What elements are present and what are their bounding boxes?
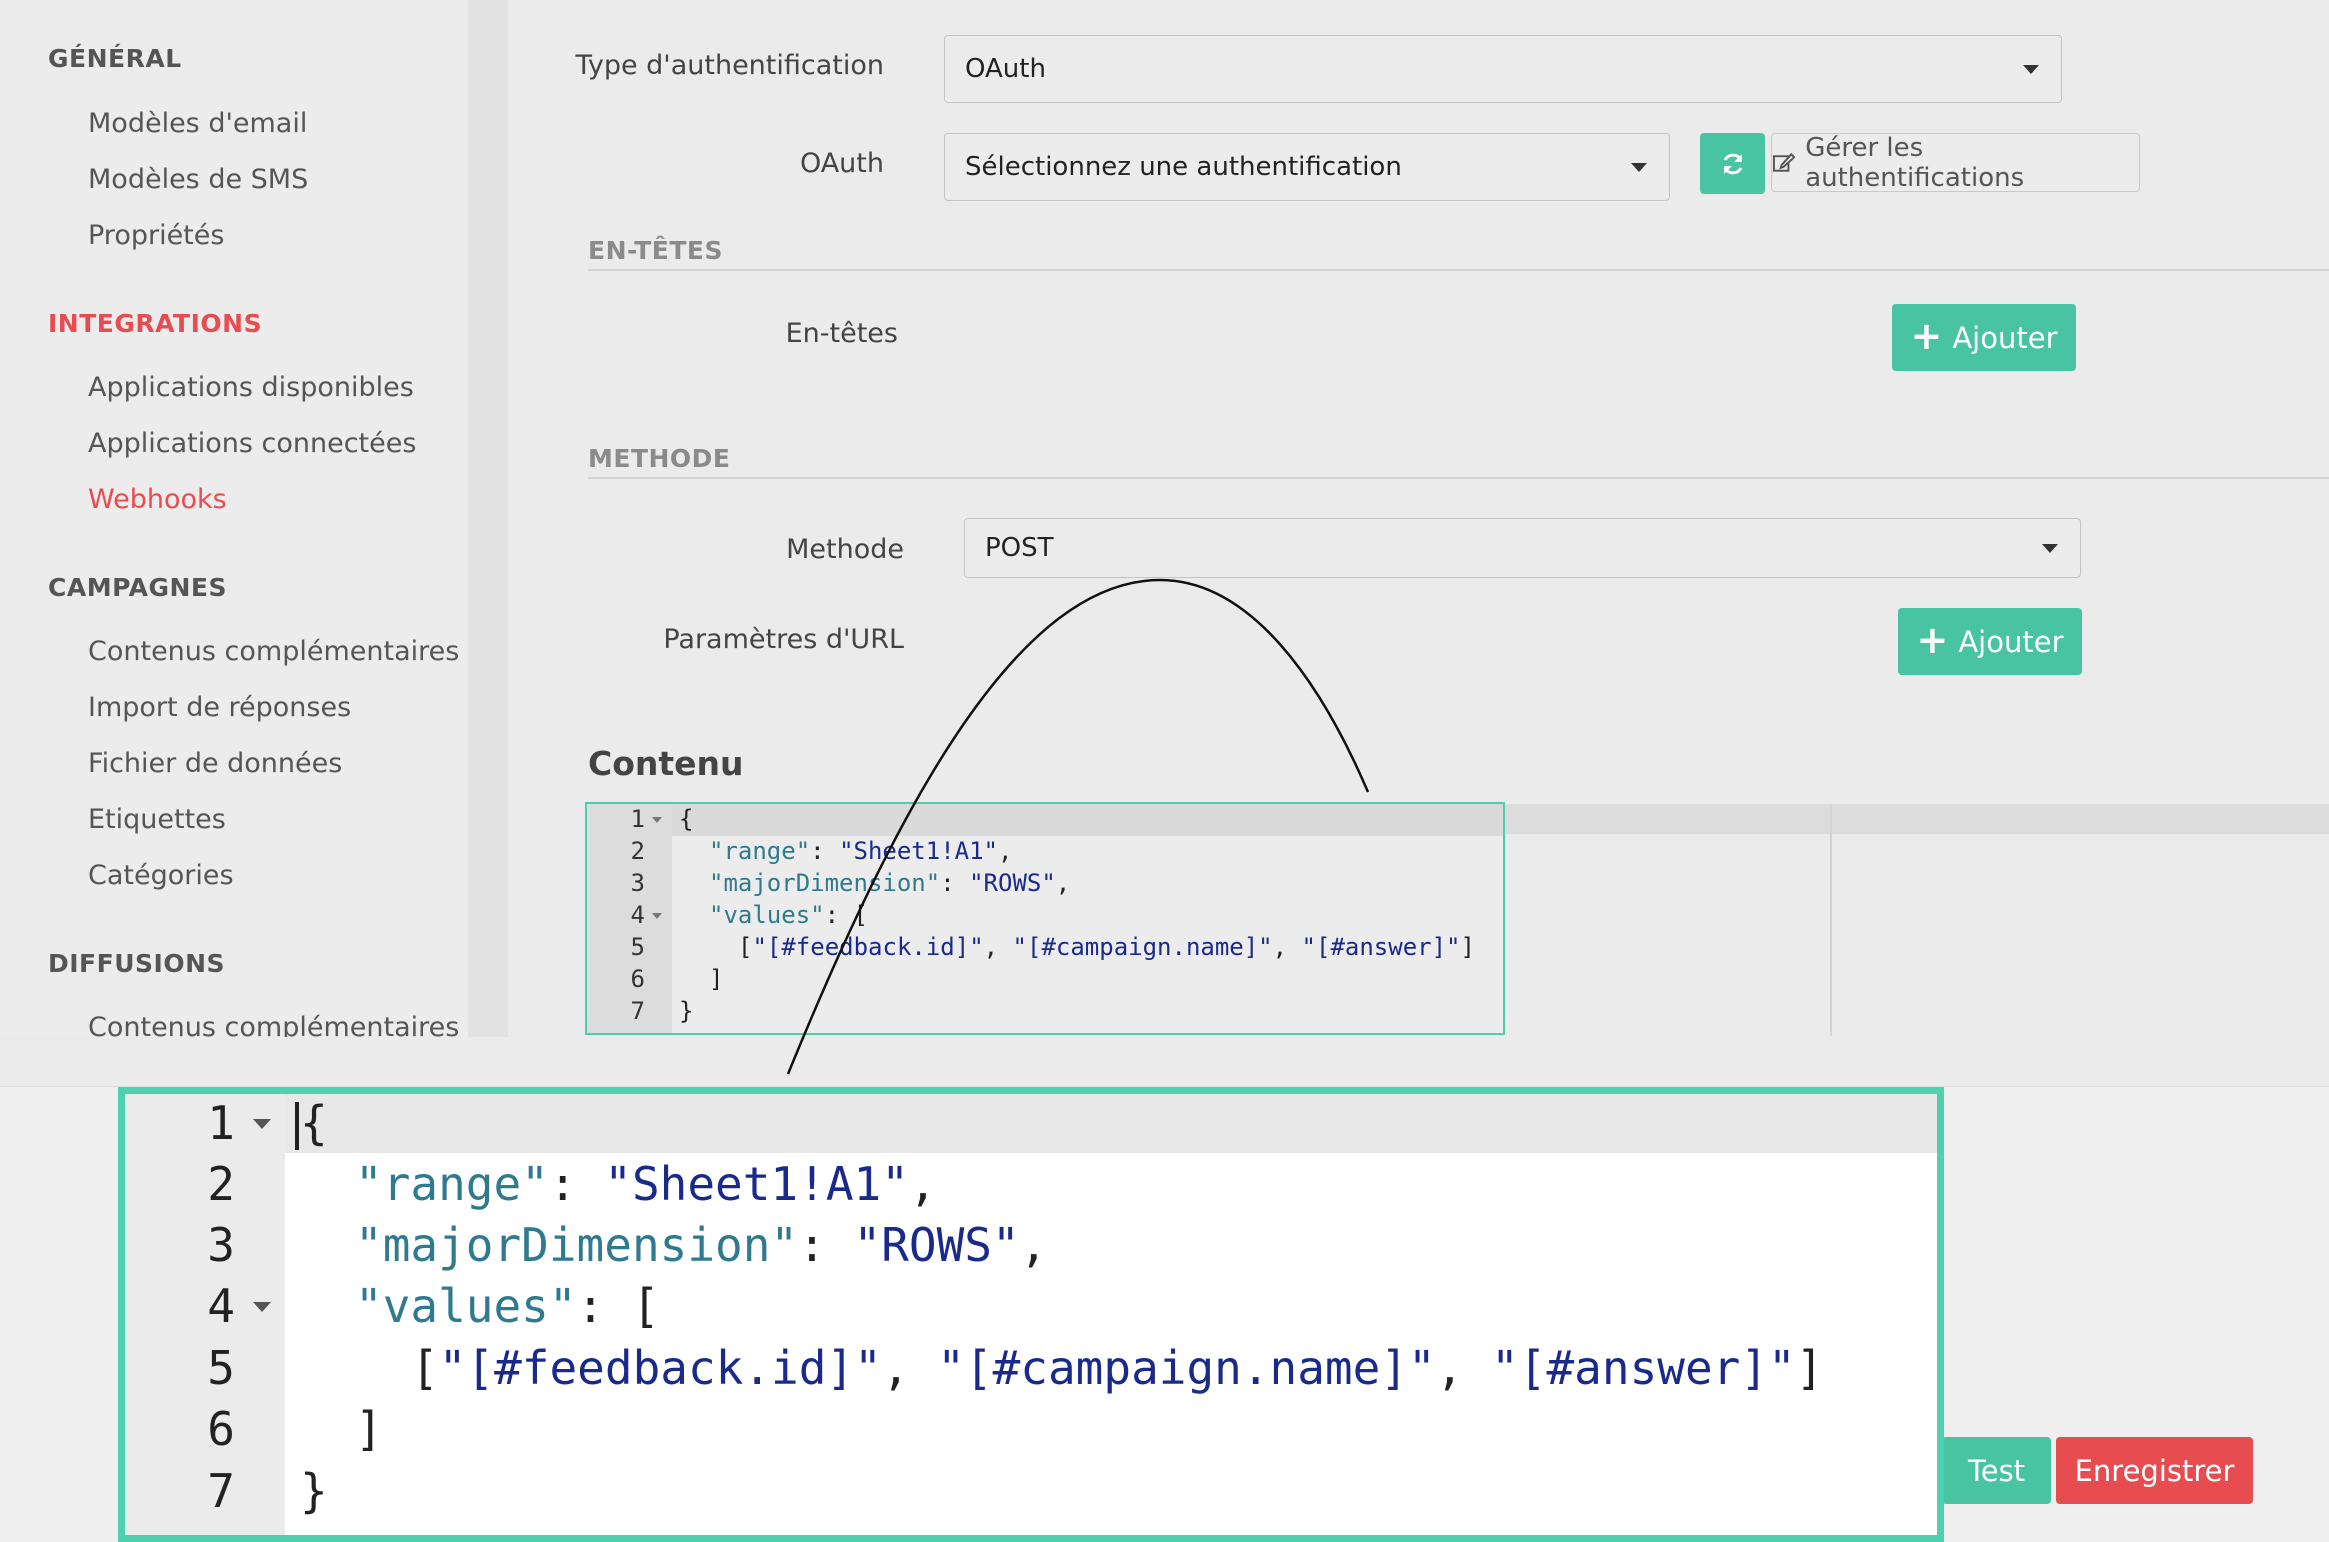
editor-gutter: 1 2 3 4 5 6 7	[125, 1094, 285, 1535]
line-number: 2	[630, 837, 645, 865]
zoom-code-line-1: {	[300, 1096, 328, 1150]
plus-icon: +	[1916, 617, 1949, 662]
oauth-value: Sélectionnez une authentification	[965, 152, 1402, 182]
editor-active-line-extension	[1505, 804, 2329, 834]
zoom-code-line-5: ["[#feedback.id]", "[#campaign.name]", "…	[411, 1341, 1824, 1395]
sidebar-item-broadcast-complementary-content[interactable]: Contenus complémentaires	[88, 1012, 459, 1037]
active-line-highlight	[125, 1094, 1937, 1153]
code-line-4: "values": [	[709, 901, 868, 929]
add-url-param-label: Ajouter	[1958, 624, 2064, 659]
sidebar-item-email-templates[interactable]: Modèles d'email	[88, 108, 307, 139]
fold-arrow-icon[interactable]	[652, 913, 662, 919]
save-button[interactable]: Enregistrer	[2056, 1437, 2253, 1504]
sidebar-item-import-responses[interactable]: Import de réponses	[88, 692, 351, 723]
sidebar-section-campaigns: CAMPAGNES	[48, 573, 227, 602]
sidebar-item-webhooks[interactable]: Webhooks	[88, 484, 227, 515]
headers-divider	[588, 269, 2329, 271]
sidebar-section-integrations: INTEGRATIONS	[48, 309, 263, 338]
method-value: POST	[985, 533, 1054, 563]
method-divider	[588, 477, 2329, 479]
sidebar-item-sms-templates[interactable]: Modèles de SMS	[88, 164, 308, 195]
sidebar-section-general: GÉNÉRAL	[48, 44, 182, 73]
fold-arrow-icon[interactable]	[652, 817, 662, 823]
line-number: 7	[207, 1464, 235, 1518]
url-params-label: Paramètres d'URL	[663, 624, 904, 655]
test-button[interactable]: Test	[1942, 1437, 2051, 1504]
sidebar-item-connected-apps[interactable]: Applications connectées	[88, 428, 416, 459]
sidebar-item-properties[interactable]: Propriétés	[88, 220, 224, 251]
sidebar-item-available-apps[interactable]: Applications disponibles	[88, 372, 414, 403]
add-header-label: Ajouter	[1952, 320, 2058, 355]
line-number: 7	[630, 997, 645, 1025]
sidebar-scroll-track	[468, 0, 508, 1037]
zoomed-code-editor: 1 2 3 4 5 6 7 { "range": "Sheet1!A1", "m…	[118, 1087, 1944, 1542]
editor-gutter: 1 2 3 4 5 6 7	[587, 804, 672, 1033]
sidebar: GÉNÉRAL Modèles d'email Modèles de SMS P…	[0, 0, 468, 1037]
headers-section-title: EN-TÊTES	[588, 236, 723, 265]
zoom-code-line-7: }	[300, 1464, 328, 1518]
caret-down-icon	[1631, 163, 1647, 172]
add-header-button[interactable]: + Ajouter	[1892, 304, 2076, 371]
headers-label: En-têtes	[785, 318, 898, 349]
line-number: 1	[207, 1096, 235, 1150]
line-number: 2	[207, 1157, 235, 1211]
line-number: 5	[207, 1341, 235, 1395]
refresh-button[interactable]	[1700, 133, 1765, 194]
caret-down-icon	[2023, 65, 2039, 74]
sidebar-section-broadcasts: DIFFUSIONS	[48, 949, 225, 978]
editor-print-margin	[1830, 804, 1832, 1036]
fold-arrow-icon	[253, 1119, 271, 1129]
code-line-6: ]	[709, 965, 724, 993]
oauth-select[interactable]: Sélectionnez une authentification	[944, 133, 1670, 201]
content-code-editor[interactable]: 1 2 3 4 5 6 7 { "range": "Sheet1!A1", "m…	[585, 802, 1505, 1035]
line-number: 4	[630, 901, 645, 929]
line-number: 4	[207, 1279, 235, 1333]
line-number: 3	[630, 869, 645, 897]
line-number: 6	[207, 1402, 235, 1456]
active-line-highlight	[587, 804, 1503, 836]
caret-down-icon	[2042, 544, 2058, 553]
line-number: 3	[207, 1218, 235, 1272]
auth-type-value: OAuth	[965, 54, 1046, 84]
code-line-7: }	[679, 997, 694, 1025]
content-title: Contenu	[588, 744, 744, 783]
auth-type-select[interactable]: OAuth	[944, 35, 2062, 103]
save-label: Enregistrer	[2074, 1453, 2235, 1488]
edit-icon	[1772, 152, 1796, 172]
code-line-2: "range": "Sheet1!A1",	[709, 837, 1013, 865]
manage-auth-button[interactable]: Gérer les authentifications	[1771, 132, 2140, 193]
method-select[interactable]: POST	[964, 518, 2081, 578]
oauth-label: OAuth	[799, 148, 884, 179]
method-label: Methode	[786, 534, 904, 565]
sidebar-item-labels[interactable]: Etiquettes	[88, 804, 226, 835]
auth-type-label: Type d'authentification	[575, 50, 884, 81]
fold-arrow-icon	[253, 1302, 271, 1312]
line-number: 6	[630, 965, 645, 993]
text-cursor	[295, 1102, 299, 1150]
zoom-code-line-6: ]	[355, 1402, 383, 1456]
refresh-icon	[1723, 153, 1742, 174]
zoom-code-line-4: "values": [	[355, 1279, 660, 1333]
zoom-code-line-2: "range": "Sheet1!A1",	[355, 1157, 937, 1211]
line-number: 1	[630, 805, 645, 833]
method-section-title: METHODE	[588, 444, 731, 473]
test-label: Test	[1967, 1453, 2026, 1488]
code-line-3: "majorDimension": "ROWS",	[709, 869, 1071, 897]
code-line-5: ["[#feedback.id]", "[#campaign.name]", "…	[738, 933, 1475, 961]
zoom-code-line-3: "majorDimension": "ROWS",	[355, 1218, 1048, 1272]
sidebar-item-complementary-content[interactable]: Contenus complémentaires	[88, 636, 459, 667]
add-url-param-button[interactable]: + Ajouter	[1898, 608, 2082, 675]
line-number: 5	[630, 933, 645, 961]
sidebar-item-categories[interactable]: Catégories	[88, 860, 234, 891]
plus-icon: +	[1910, 313, 1943, 358]
manage-auth-label: Gérer les authentifications	[1805, 132, 2025, 193]
code-line-1: {	[679, 805, 694, 833]
sidebar-item-data-file[interactable]: Fichier de données	[88, 748, 342, 779]
